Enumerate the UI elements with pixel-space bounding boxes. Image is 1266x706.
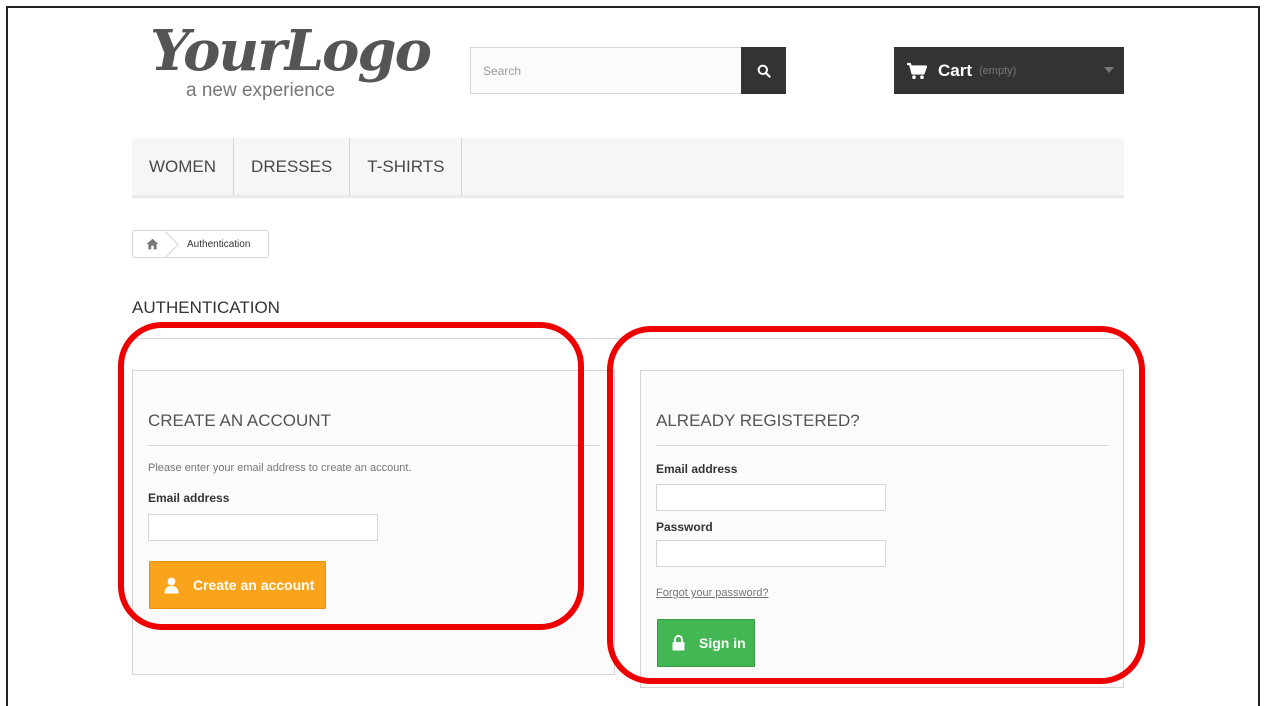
login-panel: ALREADY REGISTERED? Email address Passwo… — [640, 370, 1124, 688]
menu-item-dresses[interactable]: DRESSES — [234, 138, 351, 195]
forgot-password-link[interactable]: Forgot your password? — [656, 587, 769, 599]
chevron-down-icon — [1104, 67, 1114, 73]
login-email-field[interactable] — [656, 484, 886, 511]
menu-item-women[interactable]: WOMEN — [132, 138, 235, 195]
create-email-field[interactable] — [148, 514, 378, 541]
logo-tagline: a new experience — [186, 80, 335, 101]
panel-divider — [656, 445, 1108, 446]
lock-icon — [672, 635, 685, 651]
sign-in-button[interactable]: Sign in — [657, 619, 755, 667]
search-icon — [757, 64, 771, 78]
create-account-title: CREATE AN ACCOUNT — [148, 411, 331, 430]
breadcrumb: Authentication — [132, 230, 269, 258]
cart-button[interactable]: Cart (empty) — [894, 47, 1124, 94]
menu-item-tshirts[interactable]: T-SHIRTS — [350, 138, 463, 195]
create-email-label: Email address — [148, 491, 230, 505]
heading-divider — [132, 338, 1124, 339]
create-account-hint: Please enter your email address to creat… — [148, 462, 412, 474]
breadcrumb-current: Authentication — [187, 238, 251, 250]
password-field[interactable] — [656, 540, 886, 567]
main-menu: WOMEN DRESSES T-SHIRTS — [132, 138, 1124, 198]
cart-label: Cart — [938, 60, 973, 80]
login-title: ALREADY REGISTERED? — [656, 411, 860, 430]
cart-icon — [907, 62, 928, 79]
create-account-panel: CREATE AN ACCOUNT Please enter your emai… — [132, 370, 615, 675]
site-logo[interactable]: YourLogo a new experience — [150, 18, 432, 108]
search-bar — [470, 47, 786, 94]
login-email-label: Email address — [656, 462, 738, 476]
sign-in-button-label: Sign in — [699, 635, 746, 651]
search-input[interactable] — [470, 47, 741, 94]
breadcrumb-home[interactable] — [133, 231, 171, 257]
search-button[interactable] — [741, 47, 786, 94]
panel-divider — [148, 445, 600, 446]
cart-status: (empty) — [979, 64, 1017, 77]
password-label: Password — [656, 520, 713, 534]
logo-main-text: YourLogo — [150, 18, 432, 84]
page-title: AUTHENTICATION — [132, 298, 280, 317]
home-icon — [146, 238, 158, 250]
user-icon — [164, 577, 179, 593]
create-account-button-label: Create an account — [193, 577, 315, 593]
create-account-button[interactable]: Create an account — [149, 561, 326, 609]
